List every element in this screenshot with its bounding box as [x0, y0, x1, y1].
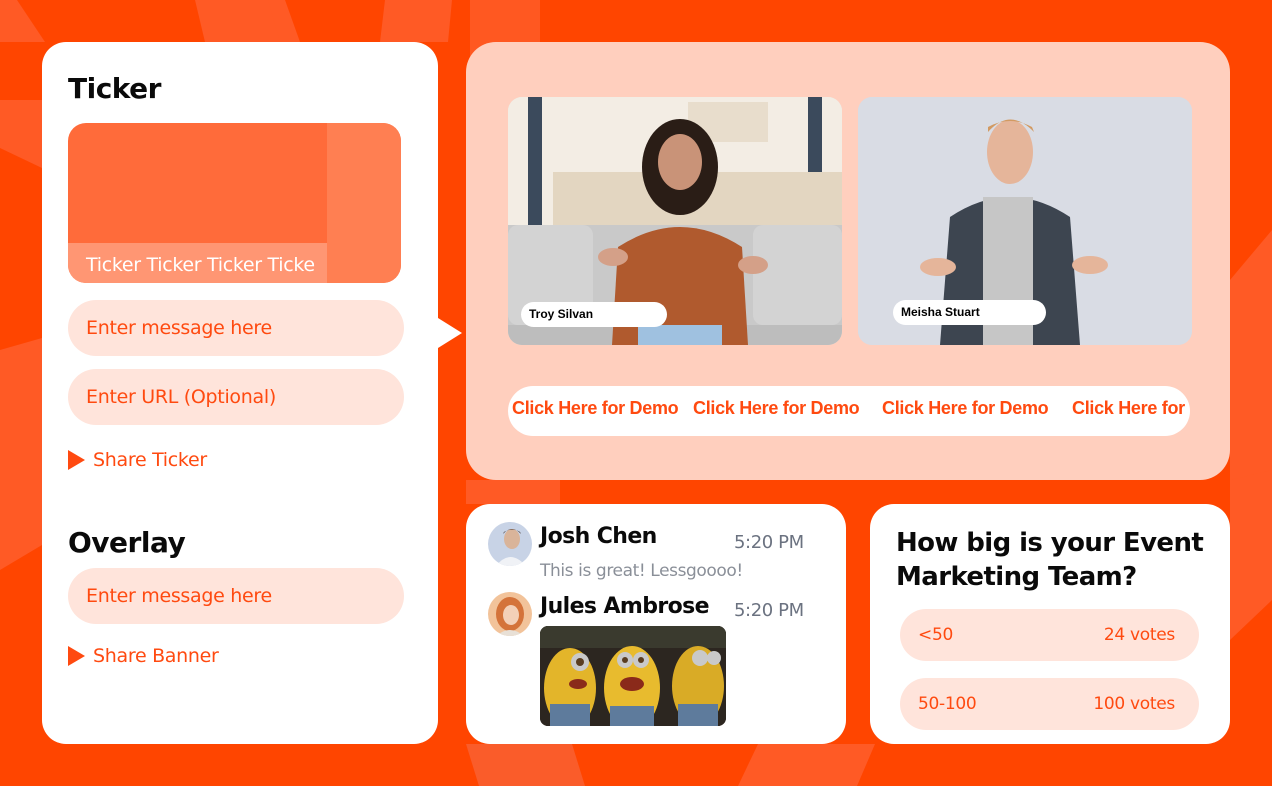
ticker-url-input[interactable] [68, 369, 404, 425]
participant-name-tag: Meisha Stuart [893, 300, 1046, 325]
stage-preview-panel: Troy Silvan Meisha Stuart Click Here for… [466, 42, 1230, 480]
gif-attachment[interactable] [540, 626, 726, 726]
share-banner-label: Share Banner [93, 645, 219, 667]
participant-video-tile[interactable]: Troy Silvan [508, 97, 842, 345]
overlay-section-title: Overlay [68, 526, 186, 559]
demo-link[interactable]: Click Here for Demo [693, 386, 860, 430]
overlay-message-input[interactable] [68, 568, 404, 624]
controls-panel: Ticker Ticker Ticker Ticker Ticke Share … [42, 42, 438, 744]
poll-question: How big is your Event Marketing Team? [896, 528, 1204, 592]
chat-timestamp: 5:20 PM [734, 600, 804, 621]
poll-option-votes: 100 votes [1093, 694, 1175, 714]
poll-panel: How big is your Event Marketing Team? <5… [870, 504, 1230, 744]
poll-option-votes: 24 votes [1103, 625, 1175, 645]
poll-option-label: <50 [918, 625, 953, 645]
participant-name-tag: Troy Silvan [521, 302, 667, 327]
avatar [488, 522, 532, 566]
ticker-preview-strip [327, 123, 401, 283]
avatar [488, 592, 532, 636]
demo-link[interactable]: Click Here for [1072, 386, 1185, 430]
participant-video-tile[interactable]: Meisha Stuart [858, 97, 1192, 345]
play-icon [68, 646, 85, 666]
share-ticker-button[interactable]: Share Ticker [68, 449, 207, 471]
minions-gif-image [540, 626, 726, 726]
demo-banner-ticker: Click Here for Demo Click Here for Demo … [508, 386, 1190, 436]
demo-link[interactable]: Click Here for Demo [882, 386, 1049, 430]
poll-option-label: 50-100 [918, 694, 977, 714]
share-ticker-label: Share Ticker [93, 449, 207, 471]
chat-panel: Josh Chen 5:20 PM This is great! Lessgoo… [466, 504, 846, 744]
pointer-arrow-icon [438, 318, 462, 348]
poll-option[interactable]: 50-100 100 votes [900, 678, 1199, 730]
chat-message-text: This is great! Lessgoooo! [540, 561, 743, 581]
ticker-preview: Ticker Ticker Ticker Ticke [68, 123, 401, 283]
play-icon [68, 450, 85, 470]
chat-author: Jules Ambrose [540, 594, 710, 619]
ticker-message-input[interactable] [68, 300, 404, 356]
chat-timestamp: 5:20 PM [734, 532, 804, 553]
demo-link[interactable]: Click Here for Demo [512, 386, 679, 430]
poll-option[interactable]: <50 24 votes [900, 609, 1199, 661]
chat-author: Josh Chen [540, 524, 657, 549]
share-banner-button[interactable]: Share Banner [68, 645, 219, 667]
ticker-preview-text: Ticker Ticker Ticker Ticke [68, 243, 327, 283]
ticker-section-title: Ticker [68, 72, 161, 105]
